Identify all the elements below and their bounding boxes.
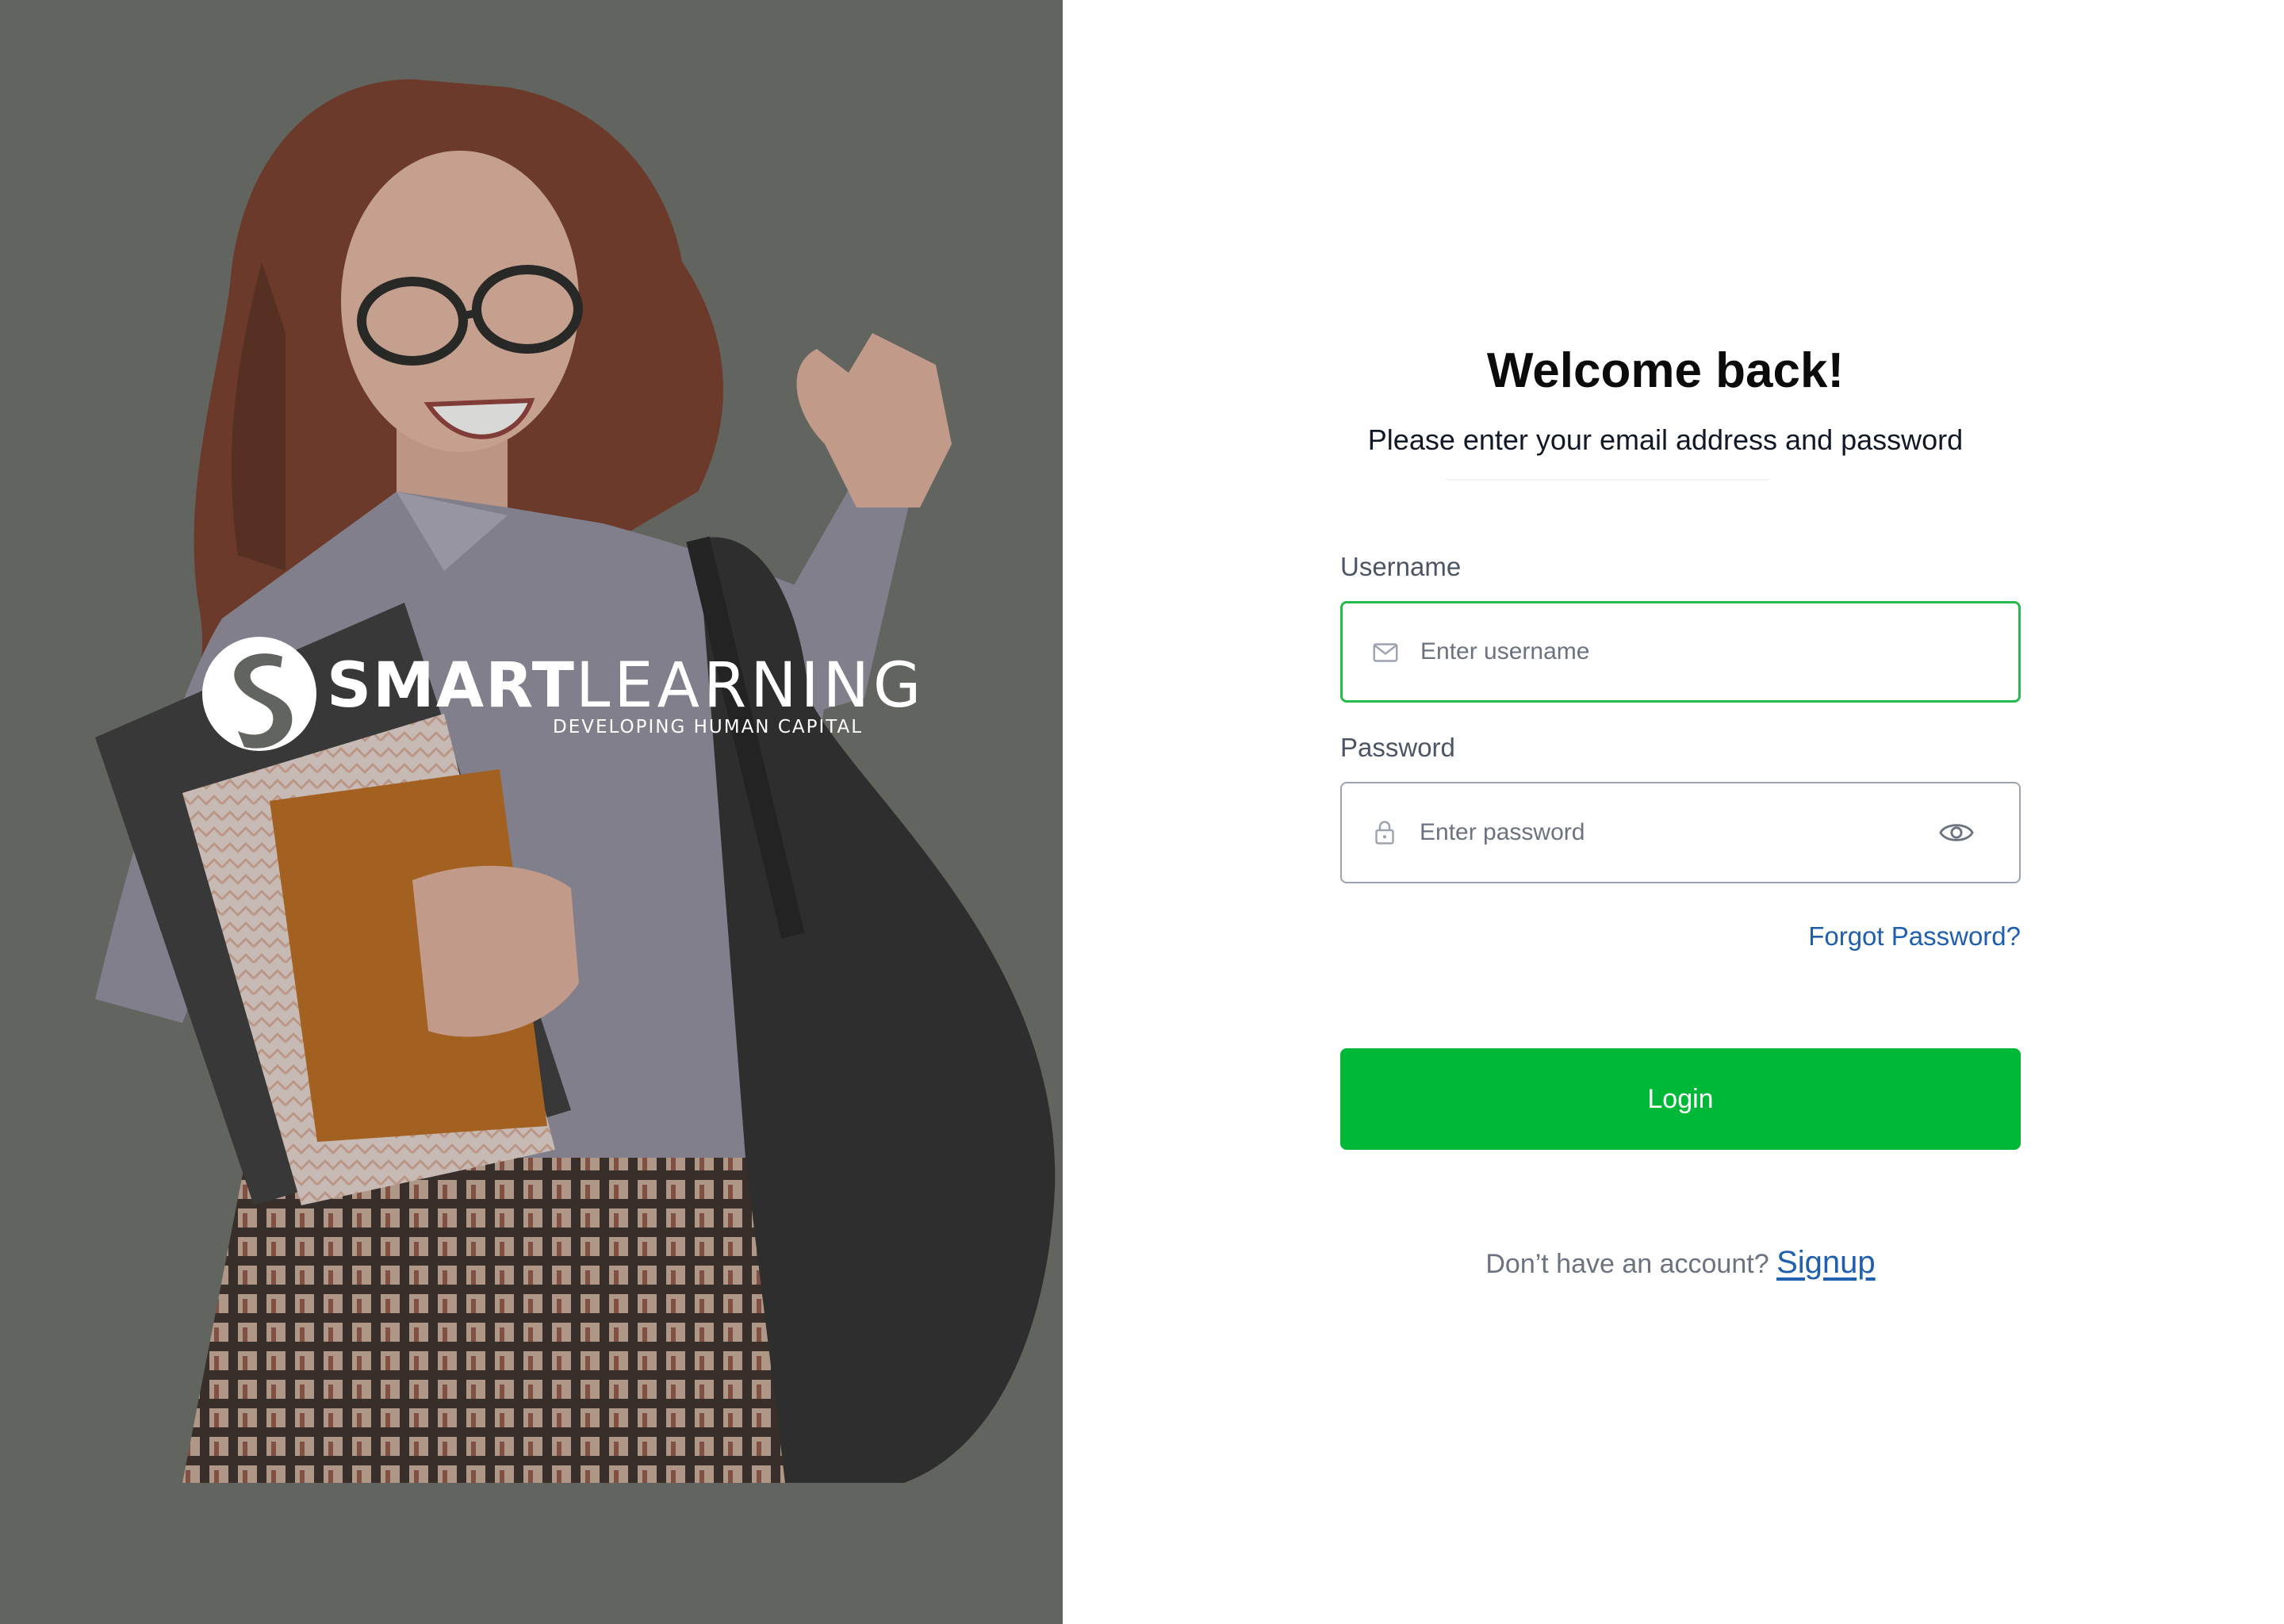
username-field[interactable] (1340, 601, 2021, 703)
forgot-password-link[interactable]: Forgot Password? (1808, 921, 2021, 952)
password-input[interactable] (1418, 783, 1926, 882)
password-label: Password (1340, 733, 1455, 762)
signup-link[interactable]: Signup (1776, 1245, 1876, 1280)
student-photo (0, 0, 1063, 1624)
title-divider (1446, 479, 1769, 481)
login-button[interactable]: Login (1340, 1048, 2021, 1150)
eye-icon[interactable] (1938, 817, 1975, 848)
smartlearning-logo-icon (202, 637, 316, 751)
password-field[interactable] (1340, 782, 2021, 883)
username-input[interactable] (1419, 603, 1926, 700)
signup-row: Don’t have an account? Signup (1340, 1245, 2021, 1281)
brand-name-bold: SMART (327, 650, 576, 722)
lock-icon (1375, 821, 1394, 845)
brand-name: SMARTLEARNING (327, 655, 925, 717)
signup-prompt: Don’t have an account? (1485, 1249, 1769, 1279)
brand-name-light: LEARNING (575, 650, 925, 722)
mail-icon (1373, 643, 1398, 662)
page-subtitle: Please enter your email address and pass… (1367, 423, 1964, 456)
brand-logo: SMARTLEARNING DEVELOPING HUMAN CAPITAL (200, 634, 921, 753)
page-title: Welcome back! (1486, 343, 1845, 398)
username-label: Username (1340, 552, 1462, 581)
login-panel: Welcome back! Please enter your email ad… (1063, 0, 2284, 1624)
hero-panel: SMARTLEARNING DEVELOPING HUMAN CAPITAL (0, 0, 1063, 1624)
brand-tagline: DEVELOPING HUMAN CAPITAL (553, 717, 864, 737)
